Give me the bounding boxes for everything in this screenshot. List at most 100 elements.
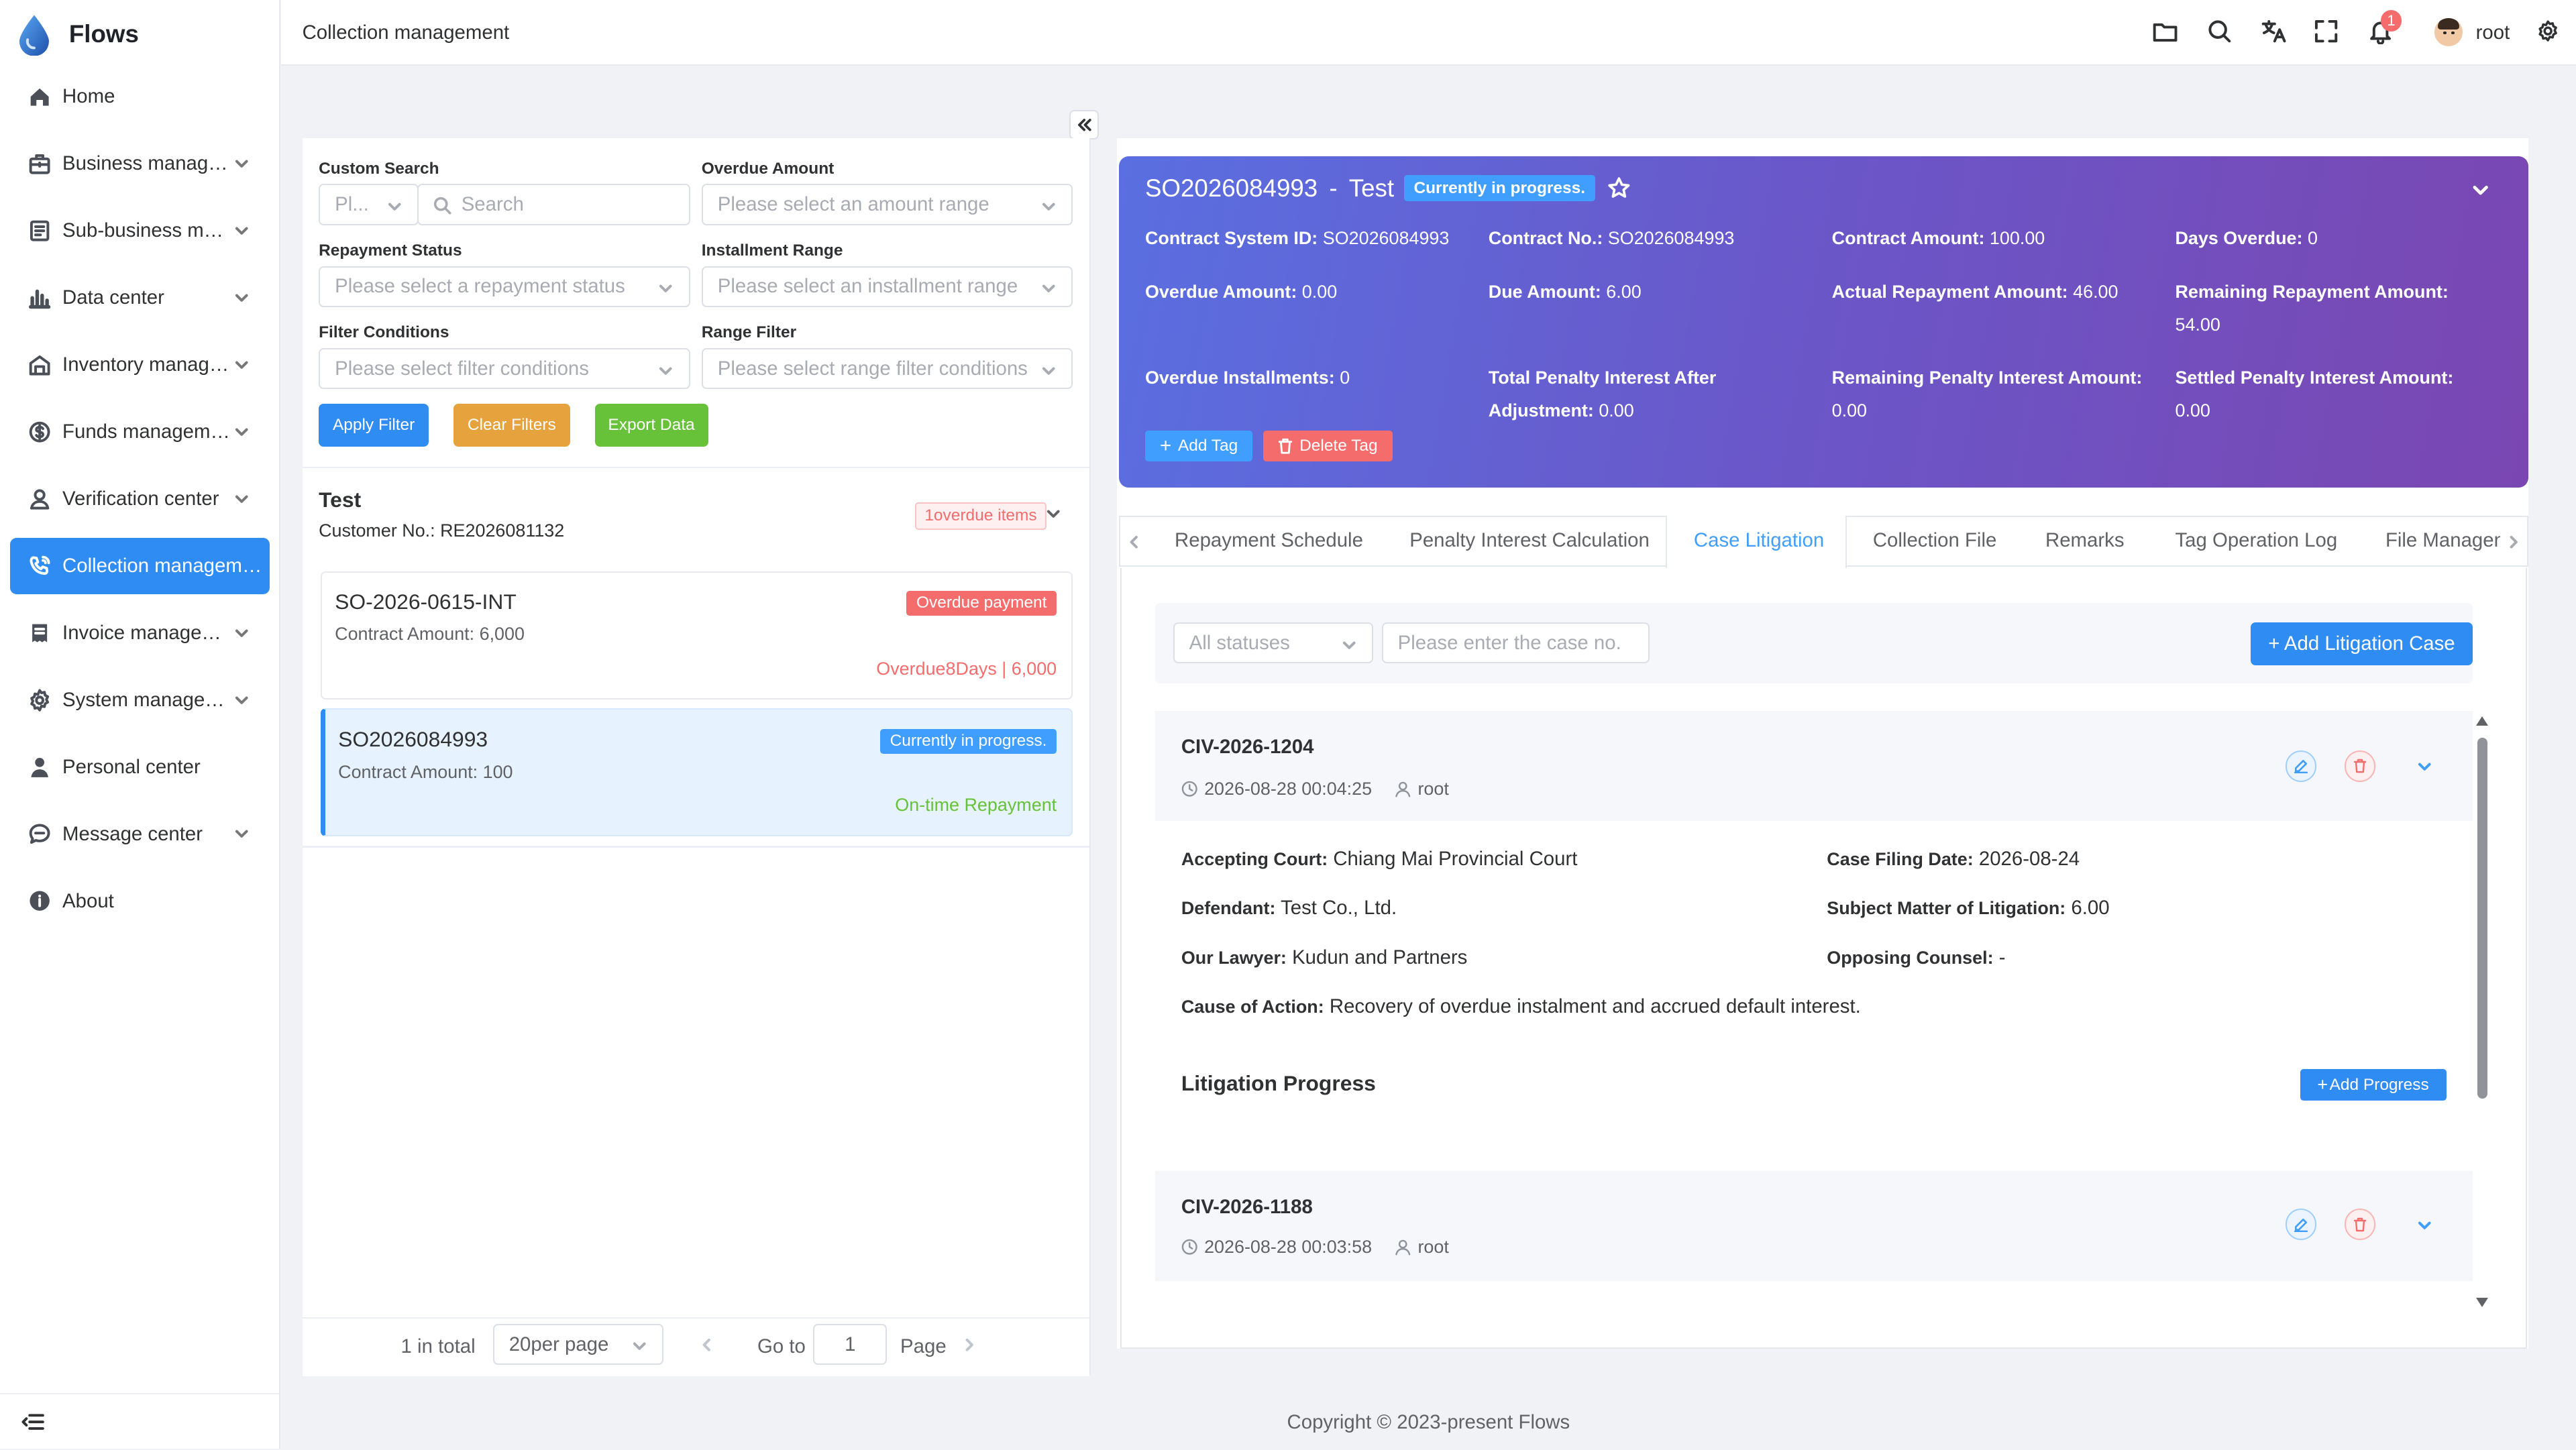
delete-case-button[interactable] bbox=[2344, 1209, 2376, 1240]
chevron-down-icon[interactable] bbox=[1045, 506, 1061, 522]
breadcrumb: Collection management bbox=[302, 21, 510, 44]
range-filter-select[interactable]: Please select range filter conditions bbox=[701, 348, 1073, 390]
edit-icon bbox=[2294, 760, 2308, 774]
order-card[interactable]: SO-2026-0615-INT Contract Amount: 6,000 … bbox=[320, 571, 1073, 700]
order-id: SO2026084993 bbox=[338, 727, 488, 752]
prev-page-icon[interactable] bbox=[698, 1337, 714, 1353]
star-icon[interactable] bbox=[1607, 176, 1631, 201]
sidebar-item-inventory-manag[interactable]: Inventory manag… bbox=[10, 337, 270, 393]
status-badge: Currently in progress. bbox=[879, 728, 1057, 754]
filter-conditions-select[interactable]: Please select filter conditions bbox=[319, 348, 690, 390]
scroll-down-arrow-icon[interactable] bbox=[2475, 1297, 2488, 1307]
delete-case-button[interactable] bbox=[2344, 750, 2376, 782]
case-user: root bbox=[1417, 778, 1449, 799]
installment-range-placeholder: Please select an installment range bbox=[717, 275, 1018, 298]
search-input[interactable]: Search bbox=[417, 184, 690, 225]
apply-filter-button[interactable]: Apply Filter bbox=[319, 404, 429, 447]
scrollbar-thumb[interactable] bbox=[2477, 737, 2487, 1099]
tab-case-litigation[interactable]: Case Litigation bbox=[1694, 529, 1824, 552]
sidebar-item-system-manage[interactable]: System manage… bbox=[10, 672, 270, 728]
fullscreen-icon[interactable] bbox=[2313, 18, 2339, 44]
page-size-select[interactable]: 20per page bbox=[492, 1323, 664, 1365]
collapse-menu-icon[interactable] bbox=[21, 1410, 44, 1433]
field-value: 6.00 bbox=[2071, 897, 2110, 919]
litigation-scrollbar[interactable] bbox=[2474, 716, 2490, 1311]
contract-field: Days Overdue: 0 bbox=[2175, 222, 2504, 255]
avatar[interactable] bbox=[2434, 17, 2463, 46]
order-card-selected[interactable]: SO2026084993 Contract Amount: 100 Curren… bbox=[320, 708, 1073, 836]
search-icon bbox=[433, 197, 451, 215]
clear-filters-button[interactable]: Clear Filters bbox=[453, 404, 570, 447]
username[interactable]: root bbox=[2476, 21, 2510, 44]
chevron-down-icon[interactable] bbox=[2416, 759, 2432, 775]
repayment-status-label: Repayment Status bbox=[319, 241, 462, 260]
add-progress-button[interactable]: + Add Progress bbox=[2300, 1069, 2447, 1101]
trash-icon bbox=[1279, 438, 1293, 454]
add-litigation-case-button[interactable]: + Add Litigation Case bbox=[2251, 622, 2473, 665]
document-icon bbox=[30, 220, 49, 241]
repayment-status-select[interactable]: Please select a repayment status bbox=[319, 266, 690, 307]
tab-penalty-interest[interactable]: Penalty Interest Calculation bbox=[1409, 529, 1650, 552]
tab-repayment-schedule[interactable]: Repayment Schedule bbox=[1175, 529, 1363, 552]
scroll-up-arrow-icon[interactable] bbox=[2475, 716, 2488, 726]
repayment-note: On-time Repayment bbox=[895, 794, 1057, 815]
overdue-amount-select[interactable]: Please select an amount range bbox=[701, 184, 1073, 225]
translate-icon[interactable] bbox=[2261, 18, 2287, 44]
edit-case-button[interactable] bbox=[2285, 750, 2317, 782]
tab-tag-operation-log[interactable]: Tag Operation Log bbox=[2175, 529, 2337, 552]
search-icon[interactable] bbox=[2206, 18, 2233, 44]
case-status-placeholder: All statuses bbox=[1189, 631, 1290, 654]
chevron-down-icon bbox=[235, 696, 248, 704]
sidebar-item-about[interactable]: About bbox=[10, 873, 270, 929]
our-lawyer: Our Lawyer: Kudun and Partners bbox=[1181, 946, 1468, 969]
delete-tag-button[interactable]: Delete Tag bbox=[1263, 430, 1393, 462]
sidebar-item-message-center[interactable]: Message center bbox=[10, 806, 270, 862]
filter-conditions-label: Filter Conditions bbox=[319, 323, 449, 342]
case-number-input[interactable]: Please enter the case no. bbox=[1381, 622, 1650, 664]
collapse-panel-button[interactable] bbox=[1069, 110, 1099, 140]
field-value: Recovery of overdue instalment and accru… bbox=[1329, 995, 1861, 1018]
app-logo[interactable]: Flows bbox=[16, 13, 139, 56]
contract-field: Settled Penalty Interest Amount: 0.00 bbox=[2175, 361, 2487, 427]
sidebar-item-data-center[interactable]: Data center bbox=[10, 270, 270, 326]
home-icon bbox=[30, 89, 49, 106]
case-header[interactable] bbox=[1155, 1171, 2473, 1282]
sidebar-item-verification-center[interactable]: Verification center bbox=[10, 471, 270, 526]
case-header[interactable] bbox=[1155, 711, 2473, 822]
sidebar-item-funds-managem[interactable]: Funds managem… bbox=[10, 404, 270, 459]
tab-collection-file[interactable]: Collection File bbox=[1873, 529, 1996, 552]
tab-remarks[interactable]: Remarks bbox=[2045, 529, 2125, 552]
case-filing-date: Case Filing Date: 2026-08-24 bbox=[1827, 848, 2080, 871]
sidebar-item-home[interactable]: Home bbox=[10, 69, 270, 125]
field-value: Kudun and Partners bbox=[1292, 946, 1468, 968]
next-page-icon[interactable] bbox=[961, 1337, 977, 1353]
chevron-down-icon[interactable] bbox=[2416, 1217, 2432, 1233]
tab-scroll-right-icon[interactable] bbox=[2506, 534, 2522, 550]
tab-file-management[interactable]: File Managen bbox=[2385, 529, 2500, 552]
folder-icon[interactable] bbox=[2152, 18, 2178, 44]
export-data-button[interactable]: Export Data bbox=[594, 404, 708, 447]
field-label: Subject Matter of Litigation: bbox=[1827, 898, 2066, 919]
sidebar-item-label: Funds managem… bbox=[62, 421, 230, 443]
sidebar-item-label: Home bbox=[62, 85, 115, 108]
sidebar-item-collection-managem[interactable]: Collection managem… bbox=[9, 538, 270, 594]
sidebar-item-invoice-manage[interactable]: Invoice manage… bbox=[10, 605, 270, 661]
sidebar-item-business-manag[interactable]: Business manag… bbox=[10, 136, 270, 192]
installment-range-select[interactable]: Please select an installment range bbox=[701, 266, 1073, 307]
edit-case-button[interactable] bbox=[2285, 1209, 2317, 1240]
add-tag-button[interactable]: + Add Tag bbox=[1144, 430, 1253, 462]
sidebar-item-personal-center[interactable]: Personal center bbox=[10, 739, 270, 795]
settings-gear-icon[interactable] bbox=[2536, 19, 2559, 42]
field-label: Actual Repayment Amount: bbox=[1831, 282, 2068, 302]
sidebar-item-label: Personal center bbox=[62, 755, 201, 778]
chevron-down-icon bbox=[235, 629, 248, 637]
case-status-select[interactable]: All statuses bbox=[1173, 622, 1374, 664]
search-field-value: Pl... bbox=[335, 192, 369, 215]
search-field-select[interactable]: Pl... bbox=[319, 184, 419, 225]
field-value: 46.00 bbox=[2073, 282, 2118, 302]
sidebar-item-sub-business-m[interactable]: Sub-business m… bbox=[10, 203, 270, 259]
page-number-value: 1 bbox=[845, 1333, 856, 1355]
chevron-down-icon[interactable] bbox=[2471, 180, 2490, 200]
page-number-input[interactable]: 1 bbox=[813, 1323, 888, 1365]
case-date: 2026-08-28 00:04:25 bbox=[1204, 778, 1373, 799]
